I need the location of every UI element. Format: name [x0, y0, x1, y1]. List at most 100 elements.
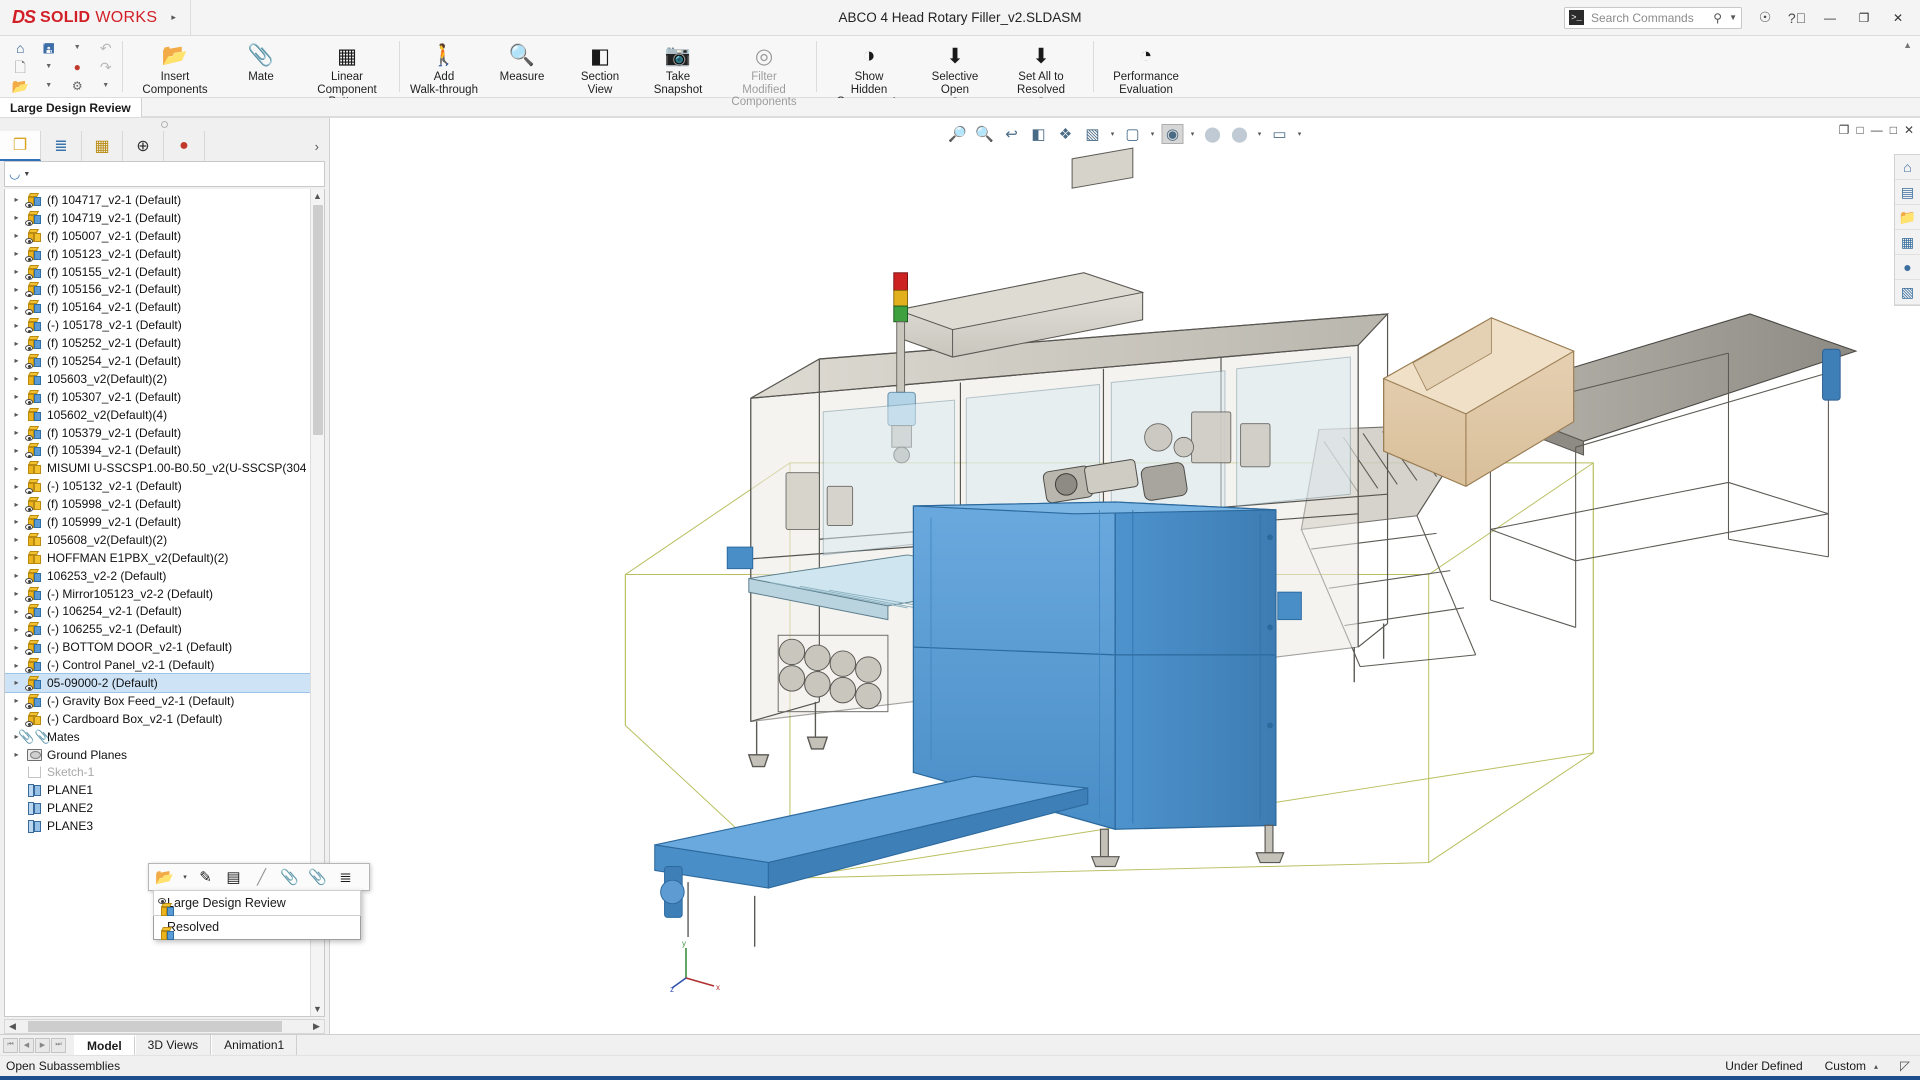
scroll-down-arrow-icon[interactable]: ▼	[313, 1002, 322, 1016]
previous-tab-button[interactable]: ◀	[19, 1037, 34, 1053]
tree-item[interactable]: ▸ (-) 106254_v2-1 (Default)	[5, 602, 310, 620]
last-tab-button[interactable]: ⏭	[51, 1037, 66, 1053]
expand-arrow-icon[interactable]: ▸	[11, 267, 22, 276]
scroll-right-arrow-icon[interactable]: ▶	[309, 1021, 324, 1032]
tree-item[interactable]: Sketch-1	[5, 764, 310, 782]
properties-list-icon[interactable]: ≣	[333, 866, 358, 888]
tree-item[interactable]: ▸ (f) 105379_v2-1 (Default)	[5, 424, 310, 442]
expand-arrow-icon[interactable]: ▸	[11, 500, 22, 509]
search-dropdown-caret-icon[interactable]: ▼	[1729, 13, 1737, 22]
tree-item[interactable]: ▸ (f) 105155_v2-1 (Default)	[5, 263, 310, 281]
tree-item[interactable]: PLANE1	[5, 781, 310, 799]
tree-item[interactable]: ▸ Ground Planes	[5, 746, 310, 764]
tree-item[interactable]: ▸ (f) 105164_v2-1 (Default)	[5, 298, 310, 316]
context-menu-item[interactable]: Resolved	[154, 915, 360, 940]
tree-item[interactable]: ▸ (-) Gravity Box Feed_v2-1 (Default)	[5, 692, 310, 710]
tree-item[interactable]: ▸ 106253_v2-2 (Default)	[5, 567, 310, 585]
expand-arrow-icon[interactable]: ▸	[11, 231, 22, 240]
collapse-ribbon-icon[interactable]: ▲	[1903, 36, 1920, 97]
view-mates-icon[interactable]: 📎	[305, 866, 330, 888]
tree-item[interactable]: ▸ (-) 106255_v2-1 (Default)	[5, 620, 310, 638]
tree-item[interactable]: ▸ 05-09000-2 (Default)	[5, 673, 310, 693]
panel-expand-arrow-icon[interactable]: ›	[315, 131, 329, 161]
ribbon-button-take-snapshot[interactable]: 📷 Take Snapshot	[640, 40, 716, 96]
tree-item[interactable]: ▸ 📎📎 Mates	[5, 728, 310, 746]
expand-arrow-icon[interactable]: ▸	[11, 517, 22, 526]
expand-arrow-icon[interactable]: ▸	[11, 464, 22, 473]
tree-item[interactable]: ▸ 105603_v2(Default)(2)	[5, 370, 310, 388]
search-commands-box[interactable]: >_ Search Commands ⚲ ▼	[1564, 6, 1742, 29]
ribbon-button-set-all-to-resolved[interactable]: ⬇Set All toResolved▾	[995, 40, 1087, 104]
appearances-scenes-icon[interactable]: ●	[1895, 255, 1920, 280]
open-part-icon[interactable]: 📂	[152, 866, 177, 888]
configuration-manager-tab[interactable]: ▦	[82, 131, 123, 161]
expand-arrow-icon[interactable]: ▸	[11, 303, 22, 312]
solidworks-logo[interactable]: DS SOLID WORKS	[0, 7, 157, 28]
expand-arrow-icon[interactable]: ▸	[11, 321, 22, 330]
expand-arrow-icon[interactable]: ▸	[11, 249, 22, 258]
qat-options-button[interactable]: ⚙	[63, 76, 92, 95]
tree-item[interactable]: ▸ MISUMI U-SSCSP1.00-B0.50_v2(U-SSCSP(304…	[5, 459, 310, 477]
expand-arrow-icon[interactable]: ▸	[11, 750, 22, 759]
expand-arrow-icon[interactable]: ▸	[11, 696, 22, 705]
tree-item[interactable]: ▸ (-) Control Panel_v2-1 (Default)	[5, 656, 310, 674]
scrollbar-thumb[interactable]	[312, 205, 323, 435]
qat-save-dropdown[interactable]: ▼	[63, 38, 92, 57]
bottom-tab-3d-views[interactable]: 3D Views	[134, 1035, 212, 1055]
minimize-button[interactable]: —	[1814, 3, 1846, 33]
expand-arrow-icon[interactable]: ▸	[11, 213, 22, 222]
qat-open-dropdown[interactable]: ▼	[35, 76, 64, 95]
tree-item[interactable]: ▸ (f) 105252_v2-1 (Default)	[5, 334, 310, 352]
expand-arrow-icon[interactable]: ▸	[11, 356, 22, 365]
tree-item[interactable]: ▸ (-) 105132_v2-1 (Default)	[5, 477, 310, 495]
expand-arrow-icon[interactable]: ▸	[11, 374, 22, 383]
ribbon-button-add-walk-through[interactable]: 🚶 Add Walk-through	[406, 40, 482, 96]
file-explorer-icon[interactable]: 📁	[1895, 205, 1920, 230]
tree-item[interactable]: ▸ (f) 105999_v2-1 (Default)	[5, 513, 310, 531]
tree-item[interactable]: ▸ HOFFMAN E1PBX_v2(Default)(2)	[5, 549, 310, 567]
filter-dropdown-caret-icon[interactable]: ▼	[23, 171, 30, 178]
tree-item[interactable]: ▸ (-) Mirror105123_v2-2 (Default)	[5, 585, 310, 603]
bottom-tab-animation1[interactable]: Animation1	[211, 1035, 298, 1055]
tree-item[interactable]: ▸ (f) 105123_v2-1 (Default)	[5, 245, 310, 263]
property-manager-tab[interactable]: ≣	[41, 131, 82, 161]
expand-arrow-icon[interactable]: ▸	[11, 428, 22, 437]
ribbon-button-mate[interactable]: 📎 Mate	[223, 40, 299, 96]
assembly-model-3d-view[interactable]	[330, 118, 1920, 1034]
expand-arrow-icon[interactable]: ▸	[11, 553, 22, 562]
dimxpert-manager-tab[interactable]: ⊕	[123, 131, 164, 161]
expand-arrow-icon[interactable]: ▸	[11, 535, 22, 544]
display-manager-tab[interactable]: ●	[164, 131, 205, 161]
open-dropdown-caret[interactable]: ▾	[180, 873, 190, 881]
expand-arrow-icon[interactable]: ▸	[11, 678, 22, 687]
panel-splitter-handle[interactable]	[0, 118, 329, 131]
tree-item[interactable]: PLANE2	[5, 799, 310, 817]
qat-rebuild-button[interactable]: ●	[63, 57, 92, 76]
tree-item[interactable]: ▸ (f) 105394_v2-1 (Default)	[5, 441, 310, 459]
help-icon[interactable]: ?⃝	[1782, 4, 1812, 32]
qat-home-button[interactable]: ⌂	[6, 38, 35, 57]
expand-arrow-icon[interactable]: ▸	[11, 410, 22, 419]
graphics-viewport[interactable]: 🔎 🔍 ↩ ◧ ❖ ▧ ▾ ▢ ▾ ◉ ▾ ⬤ ⬤ ▾ ▭ ▾ ❐ □ — □ ✕	[330, 118, 1920, 1034]
qat-new-document-button[interactable]: 🗋	[6, 57, 35, 76]
user-account-icon[interactable]: ☉	[1750, 4, 1780, 32]
expand-arrow-icon[interactable]: ▸	[11, 625, 22, 634]
expand-arrow-icon[interactable]: ▸	[11, 339, 22, 348]
tab-large-design-review[interactable]: Large Design Review	[0, 98, 142, 117]
custom-properties-icon[interactable]: ▧	[1895, 280, 1920, 305]
tree-item[interactable]: ▸ (f) 105998_v2-1 (Default)	[5, 495, 310, 513]
solidworks-resources-icon[interactable]: ⌂	[1895, 155, 1920, 180]
qat-open-button[interactable]: 📂	[6, 76, 35, 95]
expand-arrow-icon[interactable]: ▸	[11, 571, 22, 580]
expand-arrow-icon[interactable]: ▸	[11, 195, 22, 204]
context-menu-item[interactable]: Large Design Review	[153, 890, 361, 916]
tree-item[interactable]: ▸ 105602_v2(Default)(4)	[5, 406, 310, 424]
search-input[interactable]: Search Commands	[1591, 11, 1706, 25]
tree-horizontal-scrollbar[interactable]: ◀ ▶	[4, 1019, 325, 1034]
tree-item[interactable]: ▸ (-) 105178_v2-1 (Default)	[5, 316, 310, 334]
units-caret-icon[interactable]: ▴	[1874, 1062, 1878, 1071]
expand-arrow-icon[interactable]: ▸	[11, 589, 22, 598]
qat-save-button[interactable]: 🖪	[35, 38, 64, 57]
design-library-icon[interactable]: ▤	[1895, 180, 1920, 205]
expand-arrow-icon[interactable]: ▸	[11, 714, 22, 723]
